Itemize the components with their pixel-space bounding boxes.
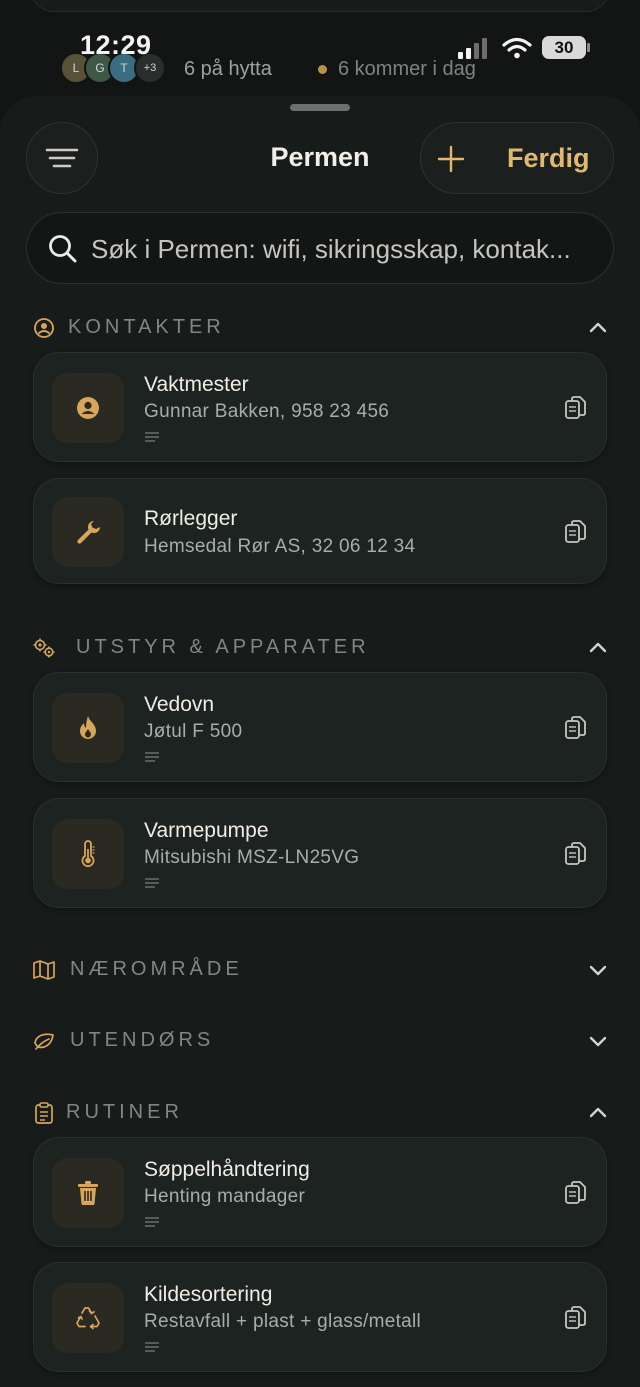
- leaf-icon: [34, 1033, 54, 1050]
- list-item[interactable]: Vaktmester Gunnar Bakken, 958 23 456: [33, 352, 607, 462]
- section-header-rutiner[interactable]: RUTINER: [30, 1093, 610, 1133]
- item-icon-box: [52, 693, 124, 763]
- list-item[interactable]: Rørlegger Hemsedal Rør AS, 32 06 12 34: [33, 478, 607, 584]
- list-item[interactable]: Vedovn Jøtul F 500: [33, 672, 607, 782]
- map-icon: [33, 960, 55, 980]
- status-dot: [318, 65, 327, 74]
- item-title: Rørlegger: [144, 507, 238, 530]
- add-icon[interactable]: [431, 139, 471, 179]
- trash-icon: [78, 1181, 98, 1205]
- item-title: Søppelhåndtering: [144, 1158, 310, 1181]
- section-header-kontakter[interactable]: KONTAKTER: [30, 308, 610, 348]
- menu-button[interactable]: [26, 122, 98, 194]
- search-input[interactable]: [91, 227, 611, 271]
- contact-circle-icon: [34, 318, 54, 338]
- arriving-count: 6 kommer i dag: [338, 58, 476, 80]
- section-header-naeromrade[interactable]: NÆROMRÅDE: [30, 950, 610, 990]
- battery-icon: 30: [542, 36, 586, 59]
- list-item[interactable]: Kildesortering Restavfall + plast + glas…: [33, 1262, 607, 1372]
- sheet-grabber[interactable]: [290, 104, 350, 111]
- section-header-utendors[interactable]: UTENDØRS: [30, 1021, 610, 1061]
- copy-icon[interactable]: [564, 841, 588, 867]
- section-label: UTSTYR & APPARATER: [76, 636, 370, 658]
- notes-icon: [145, 1342, 159, 1352]
- copy-icon[interactable]: [564, 1180, 588, 1206]
- item-subtitle: Jøtul F 500: [144, 721, 243, 742]
- person-icon: [77, 397, 99, 419]
- flame-icon: [80, 716, 96, 739]
- system-icons: 30: [458, 36, 598, 60]
- clock: 12:29: [80, 30, 152, 60]
- recycle-icon: [76, 1307, 100, 1330]
- thermometer-icon: [81, 840, 95, 867]
- item-icon-box: [52, 1158, 124, 1228]
- search-icon: [49, 235, 77, 263]
- item-subtitle: Gunnar Bakken, 958 23 456: [144, 401, 390, 422]
- item-subtitle: Hemsedal Rør AS, 32 06 12 34: [144, 536, 416, 557]
- item-icon-box: [52, 497, 124, 567]
- signal-icon: [458, 38, 487, 59]
- item-icon-box: [52, 373, 124, 443]
- section-label: RUTINER: [66, 1101, 183, 1123]
- item-title: Kildesortering: [144, 1283, 273, 1306]
- chevron-up-icon[interactable]: [586, 316, 610, 340]
- item-subtitle: Restavfall + plast + glass/metall: [144, 1311, 422, 1332]
- notes-icon: [145, 432, 159, 442]
- list-item[interactable]: Varmepumpe Mitsubishi MSZ-LN25VG: [33, 798, 607, 908]
- item-icon-box: [52, 1283, 124, 1353]
- copy-icon[interactable]: [564, 715, 588, 741]
- section-label: NÆROMRÅDE: [70, 958, 243, 980]
- item-title: Vedovn: [144, 693, 215, 716]
- item-icon-box: [52, 819, 124, 889]
- copy-icon[interactable]: [564, 1305, 588, 1331]
- section-header-utstyr[interactable]: UTSTYR & APPARATER: [30, 628, 610, 668]
- item-title: Varmepumpe: [144, 819, 269, 842]
- permen-sheet: Permen Ferdig KONTAKTER: [0, 96, 640, 1387]
- header-actions: Ferdig: [420, 122, 614, 194]
- item-subtitle: Henting mandager: [144, 1186, 306, 1207]
- page-title: Permen: [270, 142, 370, 172]
- chevron-up-icon[interactable]: [586, 1101, 610, 1125]
- section-label: KONTAKTER: [68, 316, 225, 338]
- notes-icon: [145, 878, 159, 888]
- copy-icon[interactable]: [564, 519, 588, 545]
- item-subtitle: Mitsubishi MSZ-LN25VG: [144, 847, 360, 868]
- search-bar[interactable]: [26, 212, 614, 284]
- chevron-up-icon[interactable]: [586, 636, 610, 660]
- chevron-down-icon[interactable]: [586, 958, 610, 982]
- chevron-down-icon[interactable]: [586, 1029, 610, 1053]
- copy-icon[interactable]: [564, 395, 588, 421]
- item-title: Vaktmester: [144, 373, 249, 396]
- gears-icon: [33, 638, 55, 658]
- notes-icon: [145, 1217, 159, 1227]
- done-button[interactable]: Ferdig: [507, 143, 590, 174]
- status-bar: L G T +3 12:29 6 på hytta 6 kommer i dag…: [0, 0, 640, 100]
- list-item[interactable]: Søppelhåndtering Henting mandager: [33, 1137, 607, 1247]
- section-label: UTENDØRS: [70, 1029, 215, 1051]
- wifi-icon: [502, 37, 532, 59]
- presence-count: 6 på hytta: [184, 58, 272, 80]
- wrench-icon: [77, 520, 101, 544]
- clipboard-icon: [35, 1102, 53, 1124]
- notes-icon: [145, 752, 159, 762]
- menu-icon: [45, 148, 79, 168]
